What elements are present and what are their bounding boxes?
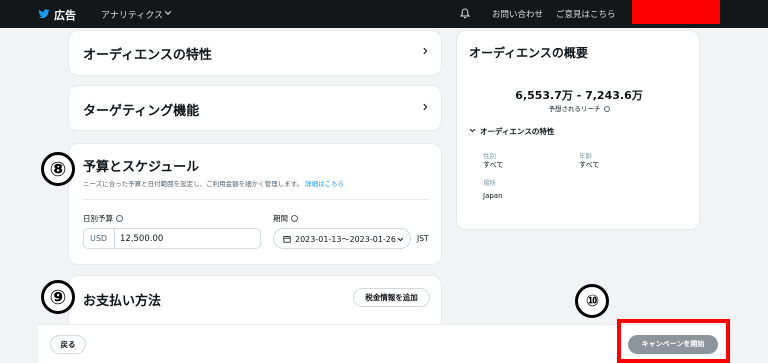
budget-subtitle-text: ニーズに合った予算と日付範囲を設定し、ご利用金額を細かく管理します。	[83, 180, 304, 188]
top-navigation-bar: 広告 アナリティクス お問い合わせ ご意見はこちら	[0, 0, 768, 28]
analytics-menu[interactable]: アナリティクス	[101, 8, 163, 21]
chevron-down-icon	[469, 128, 476, 133]
period-label-row: 期間	[273, 213, 298, 224]
gender-label: 性別	[483, 152, 496, 160]
feedback-link[interactable]: ご意見はこちら	[556, 8, 616, 20]
period-value: 2023-01-13〜2023-01-26	[295, 235, 396, 244]
divider	[83, 199, 429, 200]
twitter-bird-icon[interactable]	[38, 8, 50, 20]
audience-traits-title: オーディエンスの特性	[83, 48, 212, 63]
chevron-down-icon[interactable]	[164, 9, 172, 17]
budget-schedule-title: 予算とスケジュール	[83, 160, 200, 175]
chevron-down-icon	[397, 237, 404, 242]
period-label: 期間	[273, 214, 288, 223]
age-value: すべて	[579, 161, 600, 169]
period-dropdown[interactable]: 2023-01-13〜2023-01-26	[273, 228, 411, 249]
budget-schedule-card: 予算とスケジュール ニーズに合った予算と日付範囲を設定し、ご利用金額を細かく管理…	[68, 143, 442, 265]
estimated-reach-value: 6,553.7万 - 7,243.6万	[515, 89, 643, 102]
daily-budget-field[interactable]: USD	[83, 228, 261, 249]
daily-budget-input[interactable]	[120, 234, 250, 244]
budget-schedule-subtitle: ニーズに合った予算と日付範囲を設定し、ご利用金額を細かく管理します。 詳細はこち…	[83, 178, 344, 188]
step-marker-10: ⑩	[575, 284, 609, 318]
age-label: 年齢	[579, 152, 592, 160]
gender-value: すべて	[483, 161, 504, 169]
timezone-label: JST	[417, 234, 429, 243]
info-icon[interactable]	[116, 215, 123, 222]
location-value: Japan	[483, 192, 503, 200]
daily-budget-label-row: 日別予算	[83, 213, 123, 224]
payment-method-title: お支払い方法	[83, 294, 162, 309]
audience-summary-title: オーディエンスの概要	[469, 46, 588, 60]
targeting-card[interactable]: ターゲティング機能	[68, 85, 442, 131]
chevron-right-icon	[423, 103, 428, 111]
redacted-account-area	[632, 0, 720, 24]
contact-link[interactable]: お問い合わせ	[492, 8, 543, 20]
add-tax-info-button[interactable]: 税金情報を追加	[353, 288, 430, 307]
learn-more-link[interactable]: 詳細はこちら	[305, 180, 344, 188]
step-marker-9: ⑨	[41, 280, 75, 314]
divider	[114, 229, 115, 248]
audience-traits-section-toggle[interactable]: オーディエンスの特性	[469, 126, 554, 137]
daily-budget-label: 日別予算	[83, 214, 113, 223]
calendar-icon	[283, 236, 291, 243]
bell-icon[interactable]	[460, 8, 470, 19]
targeting-title: ターゲティング機能	[83, 104, 200, 119]
back-button[interactable]: 戻る	[50, 335, 86, 354]
info-icon[interactable]	[603, 106, 610, 112]
chevron-right-icon	[423, 47, 428, 55]
estimated-reach-label-row: 予想されるリーチ	[457, 103, 701, 113]
estimated-reach-label: 予想されるリーチ	[548, 105, 601, 113]
audience-traits-card[interactable]: オーディエンスの特性	[68, 30, 442, 76]
step-marker-8: ⑧	[41, 152, 75, 186]
info-icon[interactable]	[291, 215, 298, 222]
highlight-frame	[617, 319, 730, 363]
audience-summary-card: オーディエンスの概要 6,553.7万 - 7,243.6万 予想されるリーチ …	[456, 30, 700, 230]
currency-label: USD	[90, 234, 108, 243]
audience-traits-section-title: オーディエンスの特性	[480, 127, 555, 136]
app-title[interactable]: 広告	[54, 7, 76, 23]
location-label: 場所	[483, 179, 496, 187]
